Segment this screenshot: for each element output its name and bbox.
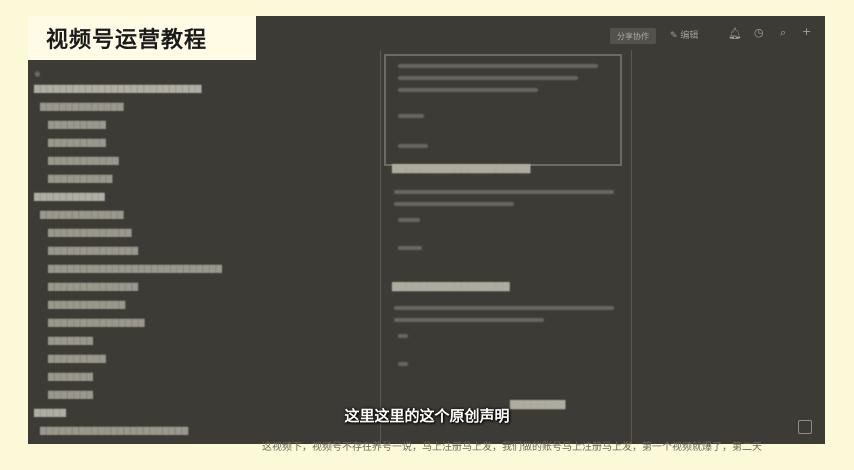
outline-item[interactable]: ▇▇▇▇▇▇▇ <box>48 336 93 345</box>
outline-item[interactable]: ▇▇▇▇▇▇▇ <box>48 372 93 381</box>
section-heading: ▇▇▇▇▇▇▇▇▇▇▇▇▇▇▇▇▇ <box>392 282 510 292</box>
edit-button[interactable]: ✎ 编辑 <box>670 28 698 41</box>
outline-item[interactable]: ▇▇▇▇▇▇▇▇▇▇▇ <box>34 192 105 201</box>
bottom-caption: 这视频下，视频号不存在养号一说，马上注册马上发，我们做的账号马上注册马上发，第一… <box>262 442 762 453</box>
outline-item[interactable]: ▇▇▇▇▇▇▇▇▇▇▇▇▇ <box>40 210 124 219</box>
overlay-title-badge: 视频号运营教程 <box>28 16 256 60</box>
outline-item[interactable]: ▇▇▇▇▇▇▇▇▇▇▇▇▇▇ <box>48 246 138 255</box>
outline-item[interactable]: ▇▇▇▇▇▇▇▇▇ <box>48 138 106 147</box>
outline-item[interactable]: ▇▇▇▇▇▇▇▇▇▇▇▇▇▇ <box>48 282 138 291</box>
outline-item[interactable]: ▇▇▇▇▇▇▇▇▇▇▇▇▇ <box>40 102 124 111</box>
outline-item[interactable]: ▇▇▇▇▇▇▇▇▇▇▇▇▇ <box>48 228 132 237</box>
quoted-block <box>384 54 622 166</box>
outline-item[interactable]: ▇▇▇▇▇▇▇▇▇▇▇▇ <box>48 300 125 309</box>
plus-icon[interactable]: + <box>802 25 811 38</box>
outline-item[interactable]: ▇▇▇▇▇▇▇▇▇▇▇▇▇▇▇ <box>48 318 145 327</box>
edit-label: 编辑 <box>680 31 699 41</box>
edit-icon: ✎ <box>670 31 678 41</box>
outline-item[interactable]: ▇▇▇▇▇▇▇▇▇▇▇▇▇▇▇▇▇▇▇▇▇▇▇▇▇▇ <box>34 84 202 93</box>
overlay-title: 视频号运营教程 <box>46 28 208 53</box>
outline-item[interactable]: ▇▇▇▇▇▇▇▇▇▇ <box>48 174 113 183</box>
search-icon[interactable]: ⌕ <box>780 26 786 40</box>
outline-item[interactable]: ▇▇▇▇▇▇▇▇▇▇▇▇▇▇▇▇▇▇▇▇▇▇▇ <box>40 426 188 435</box>
outline-item[interactable]: ▇▇▇▇▇▇▇▇▇ <box>48 120 106 129</box>
section-heading: ▇▇▇▇▇▇▇▇▇▇▇▇▇▇▇▇▇▇▇▇ <box>392 164 531 174</box>
clock-icon[interactable]: ◷ <box>754 26 764 39</box>
outline-item[interactable]: ※ <box>34 70 41 79</box>
outline-item[interactable]: ▇▇▇▇▇▇▇ <box>48 390 93 399</box>
bell-icon[interactable]: 🔔︎ <box>728 27 742 40</box>
document-app-window: 分享协作 ✎ 编辑 🔔︎ ◷ ⌕ + ※ ▇▇▇▇▇▇▇▇▇▇▇▇▇▇▇▇▇▇▇… <box>28 16 825 444</box>
share-button[interactable]: 分享协作 <box>610 28 656 44</box>
outline-item[interactable]: ▇▇▇▇▇▇▇▇▇▇▇ <box>48 156 119 165</box>
outline-item[interactable]: ▇▇▇▇▇▇▇▇▇▇▇▇▇▇▇▇▇▇▇▇▇▇▇▇▇▇▇ <box>48 264 222 273</box>
video-subtitle: 这里这里的这个原创声明 <box>344 407 510 425</box>
outline-item[interactable]: ▇▇▇▇▇▇▇▇▇ <box>48 354 106 363</box>
